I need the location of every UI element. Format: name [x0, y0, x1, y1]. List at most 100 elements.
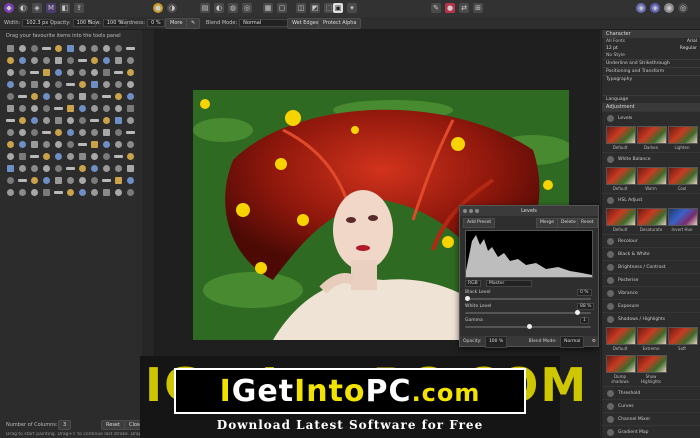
reset-button[interactable]: Reset	[101, 420, 125, 430]
preset-thumb[interactable]: Default	[606, 126, 636, 150]
brush-preset[interactable]	[76, 126, 88, 138]
brush-preset[interactable]	[64, 138, 76, 150]
white-level-value[interactable]: 88 %	[577, 303, 595, 310]
brush-preset[interactable]	[124, 66, 136, 78]
brush-preset[interactable]	[4, 54, 16, 66]
brush-preset[interactable]	[64, 102, 76, 114]
brush-preset[interactable]	[124, 162, 136, 174]
add-preset-button[interactable]: Add Preset	[463, 218, 496, 228]
brush-preset[interactable]	[28, 54, 40, 66]
preset-thumb[interactable]: Darken	[637, 126, 667, 150]
record-icon[interactable]: ●	[445, 3, 455, 13]
adj-recolour[interactable]: Recolour	[602, 234, 700, 247]
brush-preset[interactable]	[4, 138, 16, 150]
gamma-slider[interactable]	[465, 324, 591, 329]
preset-thumb[interactable]: Extreme	[637, 327, 667, 351]
adj-channel-mixer[interactable]: Channel Mixer	[602, 412, 700, 425]
brush-preset[interactable]	[112, 138, 124, 150]
adj-hsl[interactable]: HSL Adjust	[602, 193, 700, 206]
brush-preset[interactable]	[52, 174, 64, 186]
character-tab[interactable]: Character	[602, 30, 700, 38]
brush-preset[interactable]	[124, 54, 136, 66]
brush-preset[interactable]	[52, 54, 64, 66]
brush-preset[interactable]	[112, 54, 124, 66]
brush-preset[interactable]	[100, 54, 112, 66]
underline-section[interactable]: Underline and Strikethrough	[602, 59, 700, 67]
brush-preset[interactable]	[28, 186, 40, 198]
brush-preset[interactable]	[64, 186, 76, 198]
brush-preset[interactable]	[40, 102, 52, 114]
more-button[interactable]: More	[165, 18, 188, 29]
brush-preset[interactable]	[112, 174, 124, 186]
brush-preset[interactable]	[28, 114, 40, 126]
brush-preset[interactable]	[88, 66, 100, 78]
brush-preset[interactable]	[76, 102, 88, 114]
brush-preset[interactable]	[64, 150, 76, 162]
white-level-handle[interactable]	[575, 310, 580, 315]
brush-preset[interactable]	[76, 138, 88, 150]
adj-white-balance[interactable]: White Balance	[602, 152, 700, 165]
blend-mode-control[interactable]: Blend Mode: Normal	[206, 19, 290, 27]
channel-select[interactable]: RGB	[465, 280, 481, 287]
brush-preset[interactable]	[112, 126, 124, 138]
brush-preset[interactable]	[40, 186, 52, 198]
brush-mode-icon[interactable]: ✎	[431, 3, 441, 13]
brush-preset[interactable]	[40, 66, 52, 78]
photo-persona-icon[interactable]: ◐	[18, 3, 28, 13]
brush-preset[interactable]	[28, 102, 40, 114]
brush-preset[interactable]	[76, 150, 88, 162]
brush-preset[interactable]	[88, 126, 100, 138]
adj-posterise[interactable]: Posterise	[602, 273, 700, 286]
brush-preset[interactable]	[124, 114, 136, 126]
selection-icon[interactable]: ▢	[277, 3, 287, 13]
preset-thumb[interactable]: Show Highlights	[637, 355, 667, 384]
brush-preset[interactable]	[40, 162, 52, 174]
font-size-row[interactable]: 12 pt Regular	[602, 45, 700, 52]
brush-preset[interactable]	[4, 114, 16, 126]
brush-preset[interactable]	[88, 102, 100, 114]
brush-preset[interactable]	[40, 150, 52, 162]
adj-levels[interactable]: Levels	[602, 111, 700, 124]
protect-alpha-button[interactable]: Protect Alpha	[318, 18, 362, 29]
brush-preset[interactable]	[124, 90, 136, 102]
brush-preset[interactable]	[52, 138, 64, 150]
brush-preset[interactable]	[52, 42, 64, 54]
adj-shadows[interactable]: Shadows / Highlights	[602, 312, 700, 325]
brush-preset[interactable]	[100, 138, 112, 150]
brush-preset[interactable]	[40, 174, 52, 186]
brush-preset[interactable]	[88, 78, 100, 90]
brush-preset[interactable]	[112, 186, 124, 198]
tone-map-persona-icon[interactable]: ◧	[60, 3, 70, 13]
brush-preset[interactable]	[16, 174, 28, 186]
brush-preset[interactable]	[64, 114, 76, 126]
hardness-control[interactable]: Hardness: 0 %	[120, 19, 165, 27]
brush-preset[interactable]	[76, 174, 88, 186]
brush-preset[interactable]	[16, 54, 28, 66]
white-level-slider[interactable]	[465, 310, 591, 315]
brush-preset[interactable]	[52, 186, 64, 198]
brush-preset[interactable]	[64, 54, 76, 66]
app-logo-icon[interactable]: ◆	[4, 3, 14, 13]
brush-preset[interactable]	[64, 174, 76, 186]
brush-preset[interactable]	[4, 102, 16, 114]
brush-preset[interactable]	[40, 90, 52, 102]
brush-preset[interactable]	[52, 150, 64, 162]
tone-icon[interactable]: ◑	[167, 3, 177, 13]
auto-colour-icon[interactable]: ◍	[228, 3, 238, 13]
brush-preset[interactable]	[4, 162, 16, 174]
brush-preset[interactable]	[28, 138, 40, 150]
brush-preset[interactable]	[52, 114, 64, 126]
brush-preset[interactable]	[124, 174, 136, 186]
brush-preset[interactable]	[88, 138, 100, 150]
brush-preset[interactable]	[52, 162, 64, 174]
studio-assistant-icon[interactable]: ◉	[650, 3, 660, 13]
brush-preset[interactable]	[100, 174, 112, 186]
brush-preset[interactable]	[76, 90, 88, 102]
brush-preset[interactable]	[76, 42, 88, 54]
brush-preset[interactable]	[64, 78, 76, 90]
brush-preset[interactable]	[64, 66, 76, 78]
brush-preset[interactable]	[112, 66, 124, 78]
brush-preset[interactable]	[124, 150, 136, 162]
typography-section[interactable]: Typography	[602, 75, 700, 83]
brush-picker-button[interactable]: ✎	[186, 18, 201, 29]
